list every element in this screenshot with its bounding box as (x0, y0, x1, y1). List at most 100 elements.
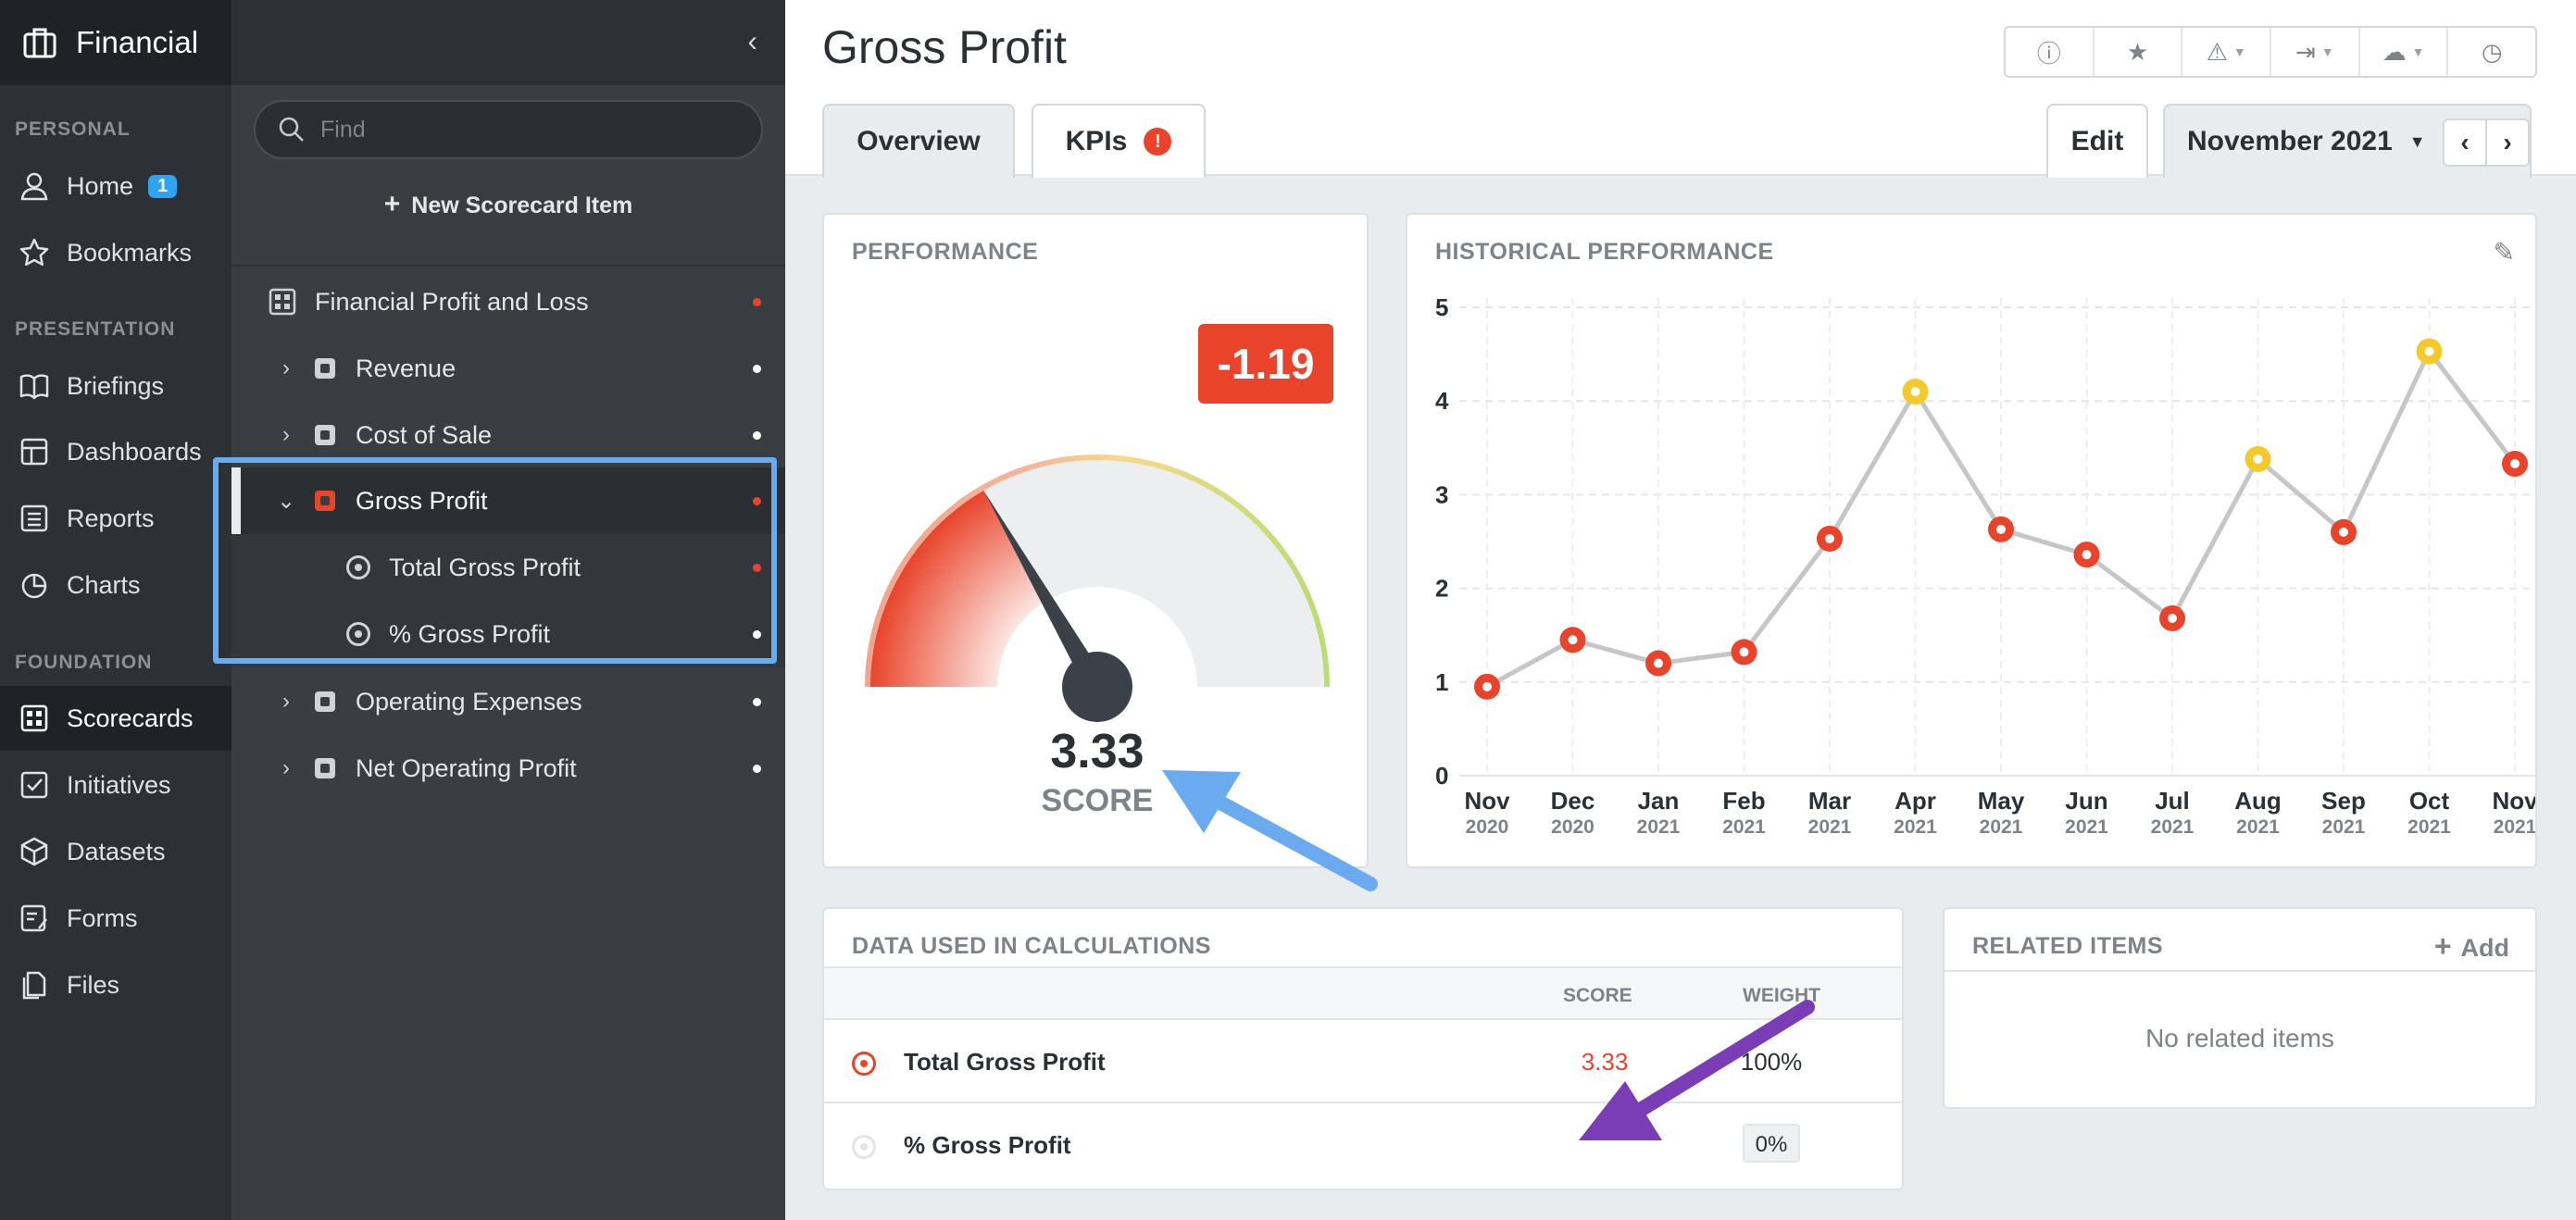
data-point-center (2168, 613, 2177, 623)
tree-row-label: Net Operating Profit (356, 753, 577, 782)
nav-item-dashboards[interactable]: Dashboards (0, 419, 231, 484)
score-value: 3.33 (1050, 725, 1144, 778)
pie-chart-icon (21, 573, 47, 599)
data-point-center (1568, 635, 1578, 645)
x-tick-month: Apr (1894, 787, 1936, 815)
tab-overview[interactable]: Overview (822, 104, 1015, 178)
nav-item-scorecards[interactable]: Scorecards (0, 686, 231, 751)
period-label: November 2021 (2187, 126, 2393, 156)
caret-down-icon: ▼ (2232, 44, 2246, 59)
tree-row-financial-profit-and-loss[interactable]: Financial Profit and Loss (231, 268, 785, 335)
cloud-button[interactable]: ☁ ▼ (2360, 28, 2449, 76)
x-tick-month: Mar (1808, 787, 1851, 815)
tree-top-bar: ‹ (231, 0, 785, 85)
bookmark-button[interactable]: ★ (2095, 28, 2183, 76)
nav-item-label: Briefings (67, 371, 165, 400)
tab-kpis[interactable]: KPIs! (1032, 104, 1206, 178)
data-point-center (1996, 524, 2006, 534)
table-row[interactable]: Total Gross Profit 3.33 100% (824, 1020, 1902, 1103)
edit-button[interactable]: Edit (2046, 104, 2148, 178)
y-tick-label: 4 (1435, 387, 1449, 415)
nav-item-label: Dashboards (67, 437, 202, 466)
y-tick-label: 2 (1435, 575, 1448, 603)
row-weight[interactable]: 100% (1732, 1048, 1811, 1077)
new-scorecard-item-button[interactable]: + New Scorecard Item (231, 189, 785, 220)
tab-label: Overview (857, 126, 981, 156)
card-heading: DATA USED IN CALCULATIONS (852, 933, 1211, 959)
history-line-chart: 012345Nov2020Dec2020Jan2021Feb2021Mar202… (1435, 293, 2535, 838)
report-icon (20, 504, 48, 532)
kpi-status-icon (852, 1052, 876, 1076)
chevron-right-icon[interactable]: › (272, 689, 300, 715)
dashboard-icon (20, 438, 48, 466)
calculation-data-card: DATA USED IN CALCULATIONS SCORE WEIGHT T… (822, 907, 1904, 1190)
user-icon (20, 172, 48, 201)
tree-row-revenue[interactable]: › Revenue (231, 335, 785, 402)
gauge-hub (1062, 652, 1132, 722)
nav-item-charts[interactable]: Charts (0, 553, 231, 617)
search-input[interactable] (320, 116, 728, 143)
score-gauge (865, 454, 1330, 722)
prev-period-button[interactable]: ‹ (2445, 120, 2487, 165)
chevron-right-icon[interactable]: › (272, 422, 300, 448)
x-tick-month: Aug (2234, 787, 2282, 815)
tree-row-label: Cost of Sale (356, 420, 493, 449)
status-dot (753, 697, 761, 706)
nav-item-label: Forms (67, 903, 138, 932)
card-heading: RELATED ITEMS (1972, 933, 2164, 959)
section-foundation: FOUNDATION (15, 652, 153, 673)
info-button[interactable]: ⓘ (2006, 28, 2095, 76)
x-tick-year: 2021 (1894, 816, 1937, 838)
x-tick-year: 2021 (1637, 816, 1681, 838)
table-row[interactable]: % Gross Profit 0% (824, 1103, 1902, 1187)
nav-item-forms[interactable]: Forms (0, 886, 231, 951)
notification-badge: 1 (148, 174, 178, 198)
app-brand[interactable]: Financial (0, 0, 231, 85)
nav-item-reports[interactable]: Reports (0, 486, 231, 551)
book-icon (19, 374, 49, 400)
table-header: SCORE WEIGHT (824, 966, 1902, 1020)
nav-item-initiatives[interactable]: Initiatives (0, 753, 231, 817)
data-point-center (1739, 647, 1749, 657)
row-weight[interactable]: 0% (1743, 1124, 1800, 1163)
nav-item-bookmarks[interactable]: Bookmarks (0, 220, 231, 285)
nav-item-briefings[interactable]: Briefings (0, 354, 231, 418)
tree-search[interactable] (254, 100, 763, 159)
form-icon (20, 904, 47, 932)
add-related-button[interactable]: + Add (2434, 929, 2509, 964)
x-tick-year: 2021 (2322, 816, 2366, 838)
new-scorecard-item-label: New Scorecard Item (411, 193, 633, 218)
objective-icon (315, 691, 335, 712)
data-point-center (1825, 533, 1834, 543)
caret-down-icon: ▼ (2411, 44, 2425, 59)
x-tick-year: 2021 (2494, 816, 2535, 838)
data-point-center (1654, 658, 1663, 668)
alerts-button[interactable]: ⚠ ▼ (2182, 28, 2272, 76)
star-icon (19, 238, 49, 267)
app-title: Financial (76, 25, 199, 59)
plus-icon: + (2433, 929, 2452, 963)
nav-item-label: Bookmarks (67, 238, 193, 267)
x-tick-month: Dec (1551, 787, 1595, 815)
page-header: Gross Profit ⓘ ★ ⚠ ▼ ⇥ ▼ ☁ ▼ ◷ Overview KPI… (785, 0, 2576, 178)
y-tick-label: 0 (1435, 762, 1448, 790)
next-period-button[interactable]: › (2487, 120, 2528, 165)
divider (231, 265, 785, 267)
x-tick-month: Nov (1464, 787, 1510, 815)
nav-item-home[interactable]: Home 1 (0, 154, 231, 218)
history-button[interactable]: ◷ (2448, 28, 2535, 76)
status-dot (753, 430, 761, 440)
collapse-panel-icon[interactable]: ‹ (747, 24, 757, 58)
objective-icon (315, 758, 335, 778)
scorecard-icon (269, 288, 296, 316)
export-button[interactable]: ⇥ ▼ (2271, 28, 2360, 76)
nav-item-files[interactable]: Files (0, 952, 231, 1017)
tree-row-net-operating-profit[interactable]: › Net Operating Profit (231, 735, 785, 802)
main-content: Gross Profit ⓘ ★ ⚠ ▼ ⇥ ▼ ☁ ▼ ◷ Overview KPI… (785, 0, 2576, 1220)
tree-row-operating-expenses[interactable]: › Operating Expenses (231, 668, 785, 735)
chevron-right-icon[interactable]: › (272, 355, 300, 381)
chevron-right-icon[interactable]: › (272, 755, 300, 781)
period-selector[interactable]: November 2021 ▼ ‹ › (2163, 104, 2532, 178)
x-tick-year: 2020 (1551, 816, 1594, 838)
nav-item-datasets[interactable]: Datasets (0, 819, 231, 884)
